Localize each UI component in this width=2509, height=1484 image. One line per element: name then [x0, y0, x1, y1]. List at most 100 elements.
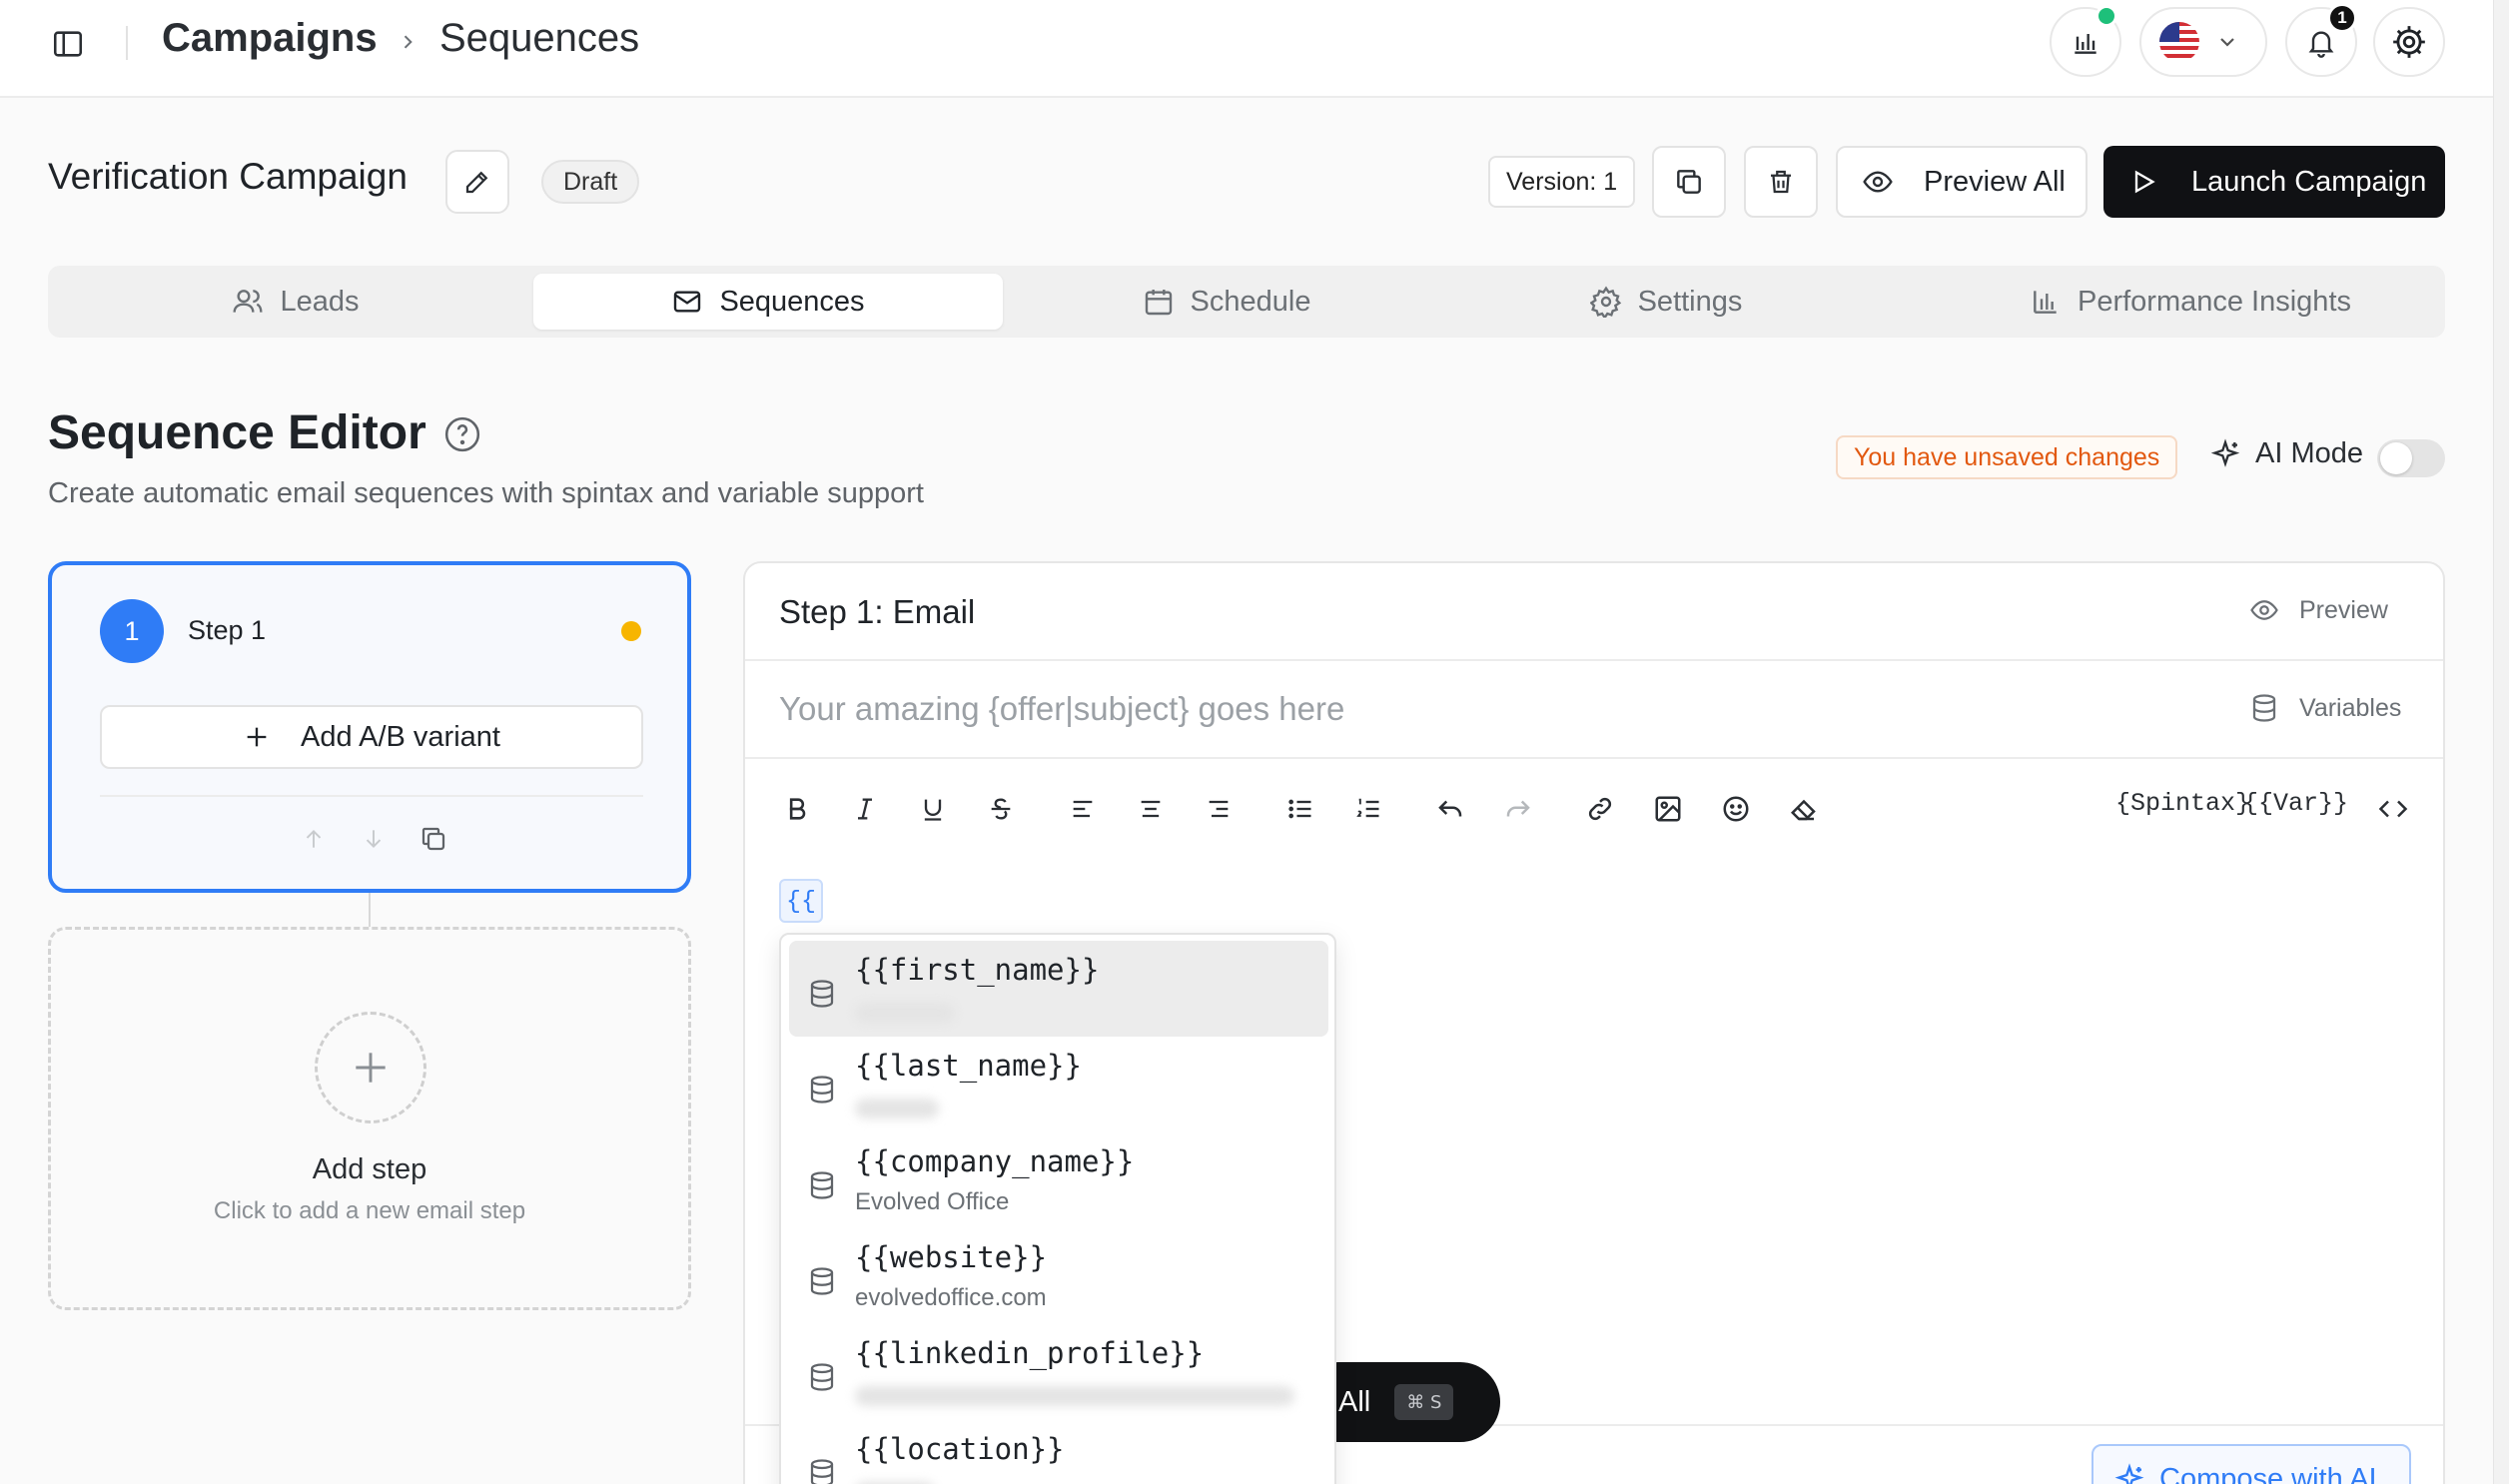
spintax-button[interactable]: {Spintax}: [2115, 789, 2250, 818]
eye-icon: [1863, 171, 1893, 193]
variable-value: Evolved Office: [855, 1188, 1010, 1215]
version-selector[interactable]: Version: 1: [1488, 156, 1636, 208]
copy-icon: [1677, 170, 1701, 194]
tab-label: Leads: [280, 285, 360, 318]
page-title: Sequence Editor: [48, 406, 426, 459]
sidebar-toggle-icon[interactable]: [48, 24, 88, 64]
align-right-icon[interactable]: [1197, 787, 1241, 831]
tab-settings[interactable]: Settings: [1486, 274, 1846, 330]
launch-campaign-button[interactable]: Launch Campaign: [2103, 146, 2445, 218]
strikethrough-icon[interactable]: [979, 787, 1023, 831]
variable-option[interactable]: {{last_name}}: [789, 1037, 1328, 1132]
redacted-value: [855, 1003, 955, 1023]
database-icon: [2252, 694, 2276, 722]
play-icon: [2134, 170, 2155, 194]
top-bar: Campaigns Sequences 1: [0, 0, 2493, 98]
variable-name: {{location}}: [855, 1432, 1065, 1466]
preview-button[interactable]: Preview: [2249, 595, 2388, 625]
topbar-divider: [126, 26, 128, 60]
mail-icon: [674, 291, 701, 313]
unsaved-changes-badge: You have unsaved changes: [1836, 435, 2178, 479]
email-panel-title: Step 1: Email: [779, 593, 976, 630]
tab-label: Sequences: [719, 285, 865, 318]
tab-schedule[interactable]: Schedule: [1047, 274, 1406, 330]
numbered-list-icon[interactable]: [1346, 787, 1390, 831]
copy-icon[interactable]: [414, 819, 453, 859]
bullet-list-icon[interactable]: [1278, 787, 1322, 831]
tab-label: Performance Insights: [2077, 285, 2351, 318]
sparkle-icon: [2114, 1463, 2144, 1484]
notifications-button[interactable]: 1: [2285, 3, 2357, 77]
arrow-down-icon[interactable]: [354, 819, 394, 859]
step-connector: [369, 893, 371, 929]
tab-leads[interactable]: Leads: [56, 274, 535, 330]
compose-with-ai-button[interactable]: Compose with AI: [2091, 1444, 2411, 1484]
language-selector[interactable]: [2139, 7, 2267, 77]
bar-chart-icon: [2034, 291, 2057, 314]
redacted-value: [855, 1386, 1294, 1406]
breadcrumb-campaigns[interactable]: Campaigns: [162, 16, 378, 61]
step-number-badge: 1: [100, 599, 164, 663]
variable-token-chip[interactable]: {{: [779, 879, 823, 923]
add-ab-variant-button[interactable]: Add A/B variant: [100, 705, 643, 769]
settings-button[interactable]: [2373, 7, 2445, 77]
delete-button[interactable]: [1744, 146, 1818, 218]
database-icon: [805, 1358, 839, 1396]
edit-name-button[interactable]: [445, 150, 509, 214]
panel-divider: [745, 659, 2443, 661]
compose-with-ai-label: Compose with AI: [2159, 1462, 2377, 1484]
tab-sequences[interactable]: Sequences: [533, 274, 1003, 330]
database-icon: [805, 1166, 839, 1204]
add-step-card[interactable]: Add step Click to add a new email step: [48, 927, 691, 1310]
preview-all-label: Preview All: [1924, 165, 2066, 198]
page-subtitle: Create automatic email sequences with sp…: [48, 477, 924, 509]
variables-button[interactable]: Variables: [2249, 693, 2401, 723]
variable-button[interactable]: {{Var}}: [2243, 789, 2348, 818]
tab-label: Settings: [1637, 285, 1743, 318]
users-icon: [233, 290, 264, 313]
add-step-plus-icon: [315, 1012, 426, 1123]
preview-all-button[interactable]: Preview All: [1836, 146, 2088, 218]
underline-icon[interactable]: [911, 787, 955, 831]
variable-option[interactable]: {{first_name}}: [789, 941, 1328, 1037]
arrow-up-icon[interactable]: [294, 819, 334, 859]
bold-icon[interactable]: [775, 787, 819, 831]
tab-performance-insights[interactable]: Performance Insights: [1966, 274, 2415, 330]
duplicate-button[interactable]: [1652, 146, 1726, 218]
stats-button[interactable]: [2050, 5, 2121, 77]
italic-icon[interactable]: [843, 787, 887, 831]
step-status-dot: [621, 621, 641, 641]
align-left-icon[interactable]: [1061, 787, 1105, 831]
add-ab-variant-label: Add A/B variant: [301, 720, 500, 753]
app-window: Campaigns Sequences 1 Verification Campa…: [0, 0, 2493, 1484]
variable-option[interactable]: {{linkedin_profile}}: [789, 1324, 1328, 1420]
pencil-icon: [465, 171, 488, 194]
database-icon: [805, 1262, 839, 1300]
tab-label: Schedule: [1190, 285, 1311, 318]
ai-mode-toggle[interactable]: [2377, 439, 2445, 477]
campaign-tabs: Leads Sequences Schedule Settings Perfor…: [48, 266, 2445, 338]
undo-icon[interactable]: [1428, 787, 1472, 831]
bar-chart-icon: [2075, 34, 2096, 54]
image-icon[interactable]: [1646, 787, 1690, 831]
step-divider: [100, 795, 643, 797]
step-label: Step 1: [188, 615, 267, 645]
step-card[interactable]: 1 Step 1 Add A/B variant: [48, 561, 691, 893]
variable-option[interactable]: {{company_name}} Evolved Office: [789, 1132, 1328, 1228]
help-icon[interactable]: [443, 415, 481, 453]
gear-icon: [2393, 26, 2425, 58]
link-icon[interactable]: [1578, 787, 1622, 831]
gear-icon: [1589, 286, 1621, 318]
variable-option[interactable]: {{location}}: [789, 1420, 1328, 1484]
align-center-icon[interactable]: [1129, 787, 1173, 831]
subject-input[interactable]: Your amazing {offer|subject} goes here: [779, 681, 2177, 737]
eraser-icon[interactable]: [1782, 787, 1826, 831]
emoji-icon[interactable]: [1714, 787, 1758, 831]
database-icon: [805, 975, 839, 1013]
redo-icon[interactable]: [1496, 787, 1540, 831]
eye-icon: [2250, 600, 2278, 620]
campaign-name: Verification Campaign: [48, 156, 408, 197]
scrollbar[interactable]: [2493, 0, 2509, 1484]
code-icon[interactable]: [2371, 787, 2415, 831]
variable-option[interactable]: {{website}} evolvedoffice.com: [789, 1228, 1328, 1324]
